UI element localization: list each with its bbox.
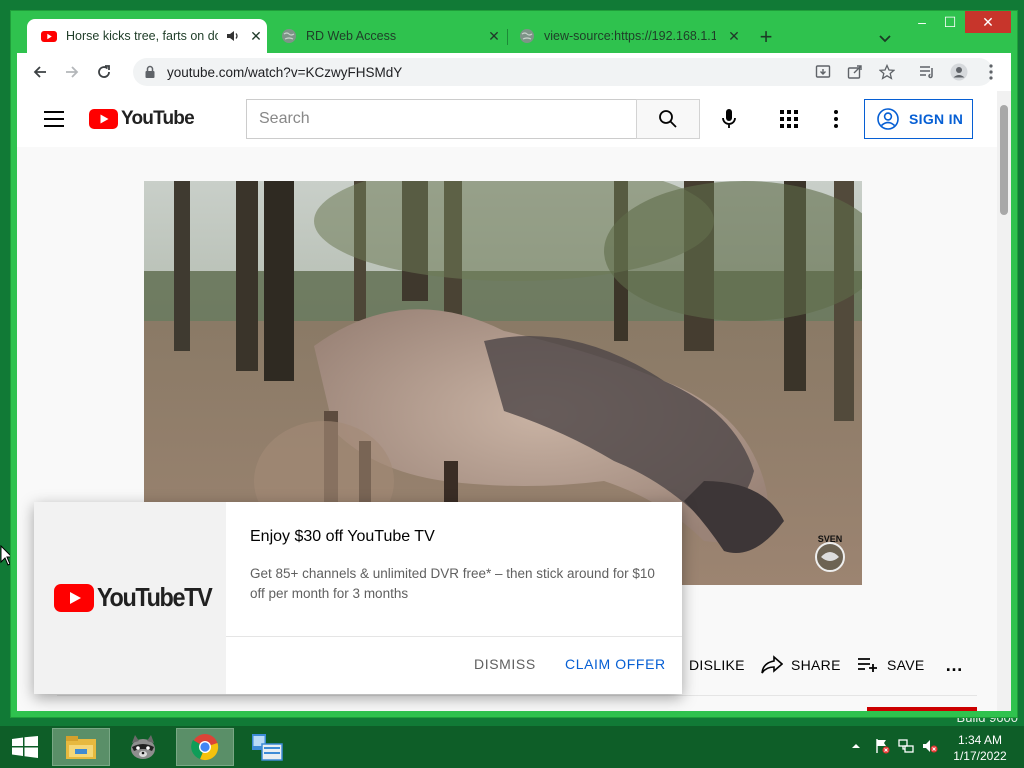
tab-title: view-source:https://192.168.1.17 [544, 29, 716, 43]
clock-date: 1/17/2022 [953, 749, 1007, 763]
save-label: SAVE [887, 657, 925, 673]
share-button[interactable]: SHARE [761, 651, 841, 679]
channel-watermark-badge: SVEN [815, 534, 845, 572]
search-button[interactable] [636, 99, 700, 139]
forward-button[interactable] [61, 61, 83, 83]
claim-offer-button[interactable]: CLAIM OFFER [565, 656, 666, 672]
remote-desktop-icon [252, 734, 283, 761]
section-divider [57, 695, 977, 696]
youtube-play-icon [89, 109, 118, 129]
windows-start-icon[interactable] [12, 736, 38, 758]
tab-youtube[interactable]: Horse kicks tree, farts on dog ✕ [27, 19, 267, 53]
share-arrow-icon [761, 655, 783, 674]
taskbar-raccoon-app[interactable] [114, 728, 172, 766]
taskbar-file-explorer[interactable] [52, 728, 110, 766]
action-center-flag-icon[interactable] [874, 738, 890, 754]
video-actions-bar: DISLIKE SHARE SAVE … [657, 651, 997, 679]
bookmark-star-icon[interactable] [877, 62, 897, 82]
address-bar[interactable]: youtube.com/watch?v=KCzwyFHSMdY [133, 58, 993, 86]
arrow-right-icon [66, 66, 79, 78]
share-page-icon[interactable] [845, 62, 865, 82]
tab-title: RD Web Access [306, 29, 397, 43]
url-text: youtube.com/watch?v=KCzwyFHSMdY [167, 64, 403, 80]
close-tab-icon[interactable]: ✕ [486, 28, 502, 44]
search-input[interactable]: Search [246, 99, 637, 139]
youtube-tv-promo-dialog: YouTubeTV Enjoy $30 off YouTube TV Get 8… [34, 502, 682, 694]
close-window-button[interactable]: ✕ [965, 11, 1011, 33]
tab-strip: Horse kicks tree, farts on dog ✕ RD Web … [11, 11, 1017, 53]
dislike-label: DISLIKE [689, 657, 745, 673]
watermark-text: SVEN [818, 534, 843, 544]
scrollbar-thumb[interactable] [1000, 105, 1008, 215]
lock-icon[interactable] [143, 65, 157, 79]
sign-in-label: SIGN IN [909, 111, 964, 127]
globe-icon [282, 29, 296, 43]
dislike-button[interactable]: DISLIKE [689, 651, 745, 679]
promo-title: Enjoy $30 off YouTube TV [250, 528, 435, 545]
close-tab-icon[interactable]: ✕ [248, 28, 264, 44]
minimize-button[interactable]: – [909, 11, 935, 33]
system-clock[interactable]: 1:34 AM 1/17/2022 [948, 732, 1012, 764]
promo-body: Get 85+ channels & unlimited DVR free* –… [250, 566, 655, 601]
chevron-down-icon[interactable] [875, 28, 895, 48]
back-button[interactable] [29, 61, 51, 83]
raccoon-app-icon [131, 735, 155, 759]
youtube-icon [41, 31, 57, 42]
promo-logo-panel: YouTubeTV [34, 502, 226, 694]
browser-menu-icon[interactable] [981, 62, 1001, 82]
youtube-tv-logo: YouTubeTV [54, 582, 224, 613]
voice-search-button[interactable] [715, 105, 743, 133]
browser-toolbar: youtube.com/watch?v=KCzwyFHSMdY [17, 53, 1011, 91]
settings-menu-icon[interactable] [829, 107, 843, 131]
hamburger-menu-icon[interactable] [43, 109, 65, 129]
globe-icon [520, 29, 534, 43]
apps-grid-icon[interactable] [777, 107, 801, 131]
file-explorer-icon [66, 736, 96, 759]
network-icon[interactable] [898, 738, 914, 754]
reading-list-icon[interactable] [917, 62, 937, 82]
install-app-icon[interactable] [813, 62, 833, 82]
windows-taskbar: 1:34 AM 1/17/2022 [0, 726, 1024, 768]
playlist-add-icon [858, 658, 877, 672]
microphone-icon [722, 109, 736, 128]
youtube-header: YouTube Search SIGN IN [17, 91, 997, 147]
reload-icon [98, 65, 110, 78]
youtube-wordmark: YouTube [121, 108, 195, 129]
subscribe-button[interactable] [867, 707, 977, 711]
youtube-tv-wordmark: YouTubeTV [97, 582, 213, 612]
chrome-icon [191, 734, 219, 761]
page-scrollbar[interactable] [997, 91, 1011, 711]
new-tab-button[interactable]: + [755, 26, 777, 48]
tab-rd-web-access[interactable]: RD Web Access ✕ [267, 19, 507, 53]
show-hidden-icons-icon[interactable] [850, 740, 862, 752]
account-circle-icon [877, 108, 899, 130]
taskbar-remote-desktop[interactable] [238, 728, 296, 766]
clock-time: 1:34 AM [957, 733, 1003, 747]
sign-in-button[interactable]: SIGN IN [864, 99, 973, 139]
profile-avatar-icon[interactable] [949, 62, 969, 82]
volume-muted-icon[interactable] [922, 738, 938, 754]
tab-title: Horse kicks tree, farts on dog [66, 29, 218, 43]
save-button[interactable]: SAVE [857, 651, 925, 679]
tab-view-source[interactable]: view-source:https://192.168.1.17 ✕ [505, 19, 745, 53]
youtube-play-icon [54, 583, 94, 612]
more-actions-button[interactable]: … [945, 651, 963, 679]
search-icon [659, 110, 677, 128]
dismiss-button[interactable]: DISMISS [474, 656, 536, 672]
promo-divider [226, 636, 682, 637]
share-label: SHARE [791, 657, 841, 673]
close-tab-icon[interactable]: ✕ [726, 28, 742, 44]
youtube-logo[interactable]: YouTube [89, 108, 195, 130]
reload-button[interactable] [93, 61, 115, 83]
taskbar-chrome[interactable] [176, 728, 234, 766]
maximize-button[interactable]: ☐ [937, 11, 963, 33]
audio-playing-icon[interactable] [226, 29, 240, 43]
arrow-left-icon [33, 66, 46, 78]
